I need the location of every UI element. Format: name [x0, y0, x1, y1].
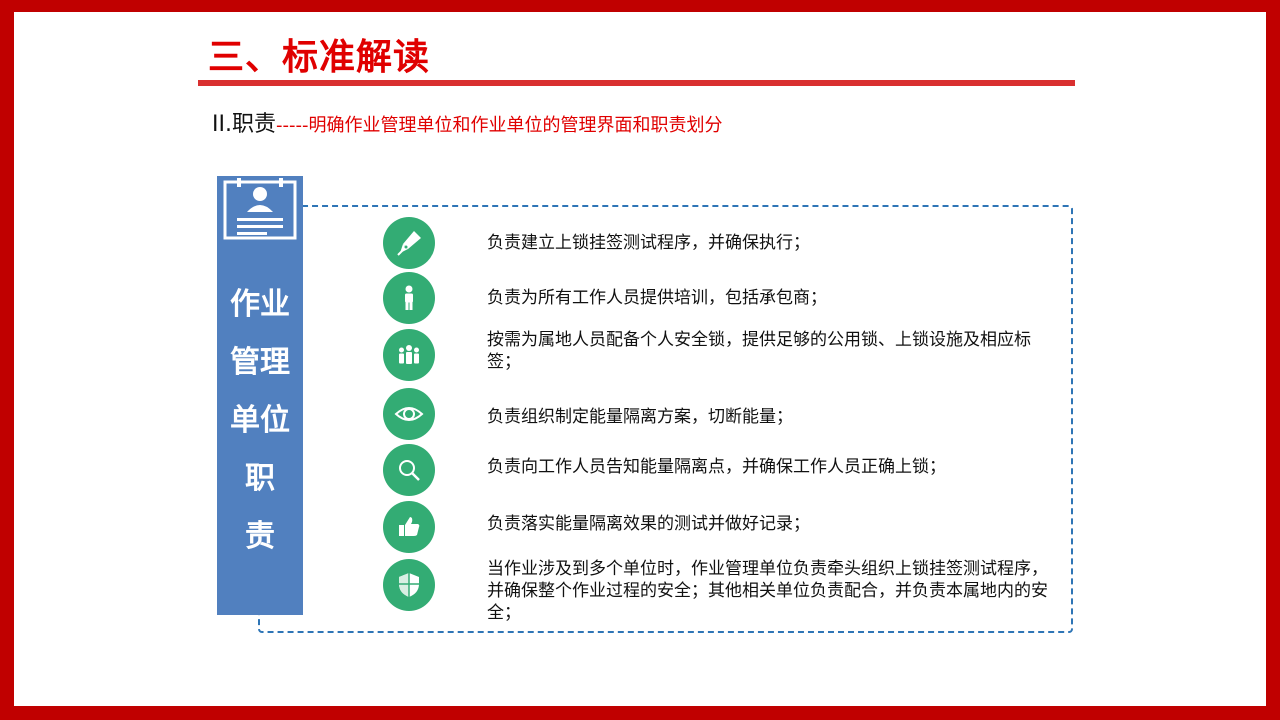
subtitle-description: 明确作业管理单位和作业单位的管理界面和职责划分 — [308, 115, 723, 136]
side-panel-line: 单位 — [230, 403, 290, 438]
side-panel-line: 职 — [245, 461, 275, 496]
side-panel-line: 作业 — [230, 287, 290, 322]
subtitle-dash: ----- — [275, 115, 309, 136]
item-text: 负责为所有工作人员提供培训，包括承包商； — [487, 288, 827, 308]
slide-title: 三、标准解读 — [208, 37, 431, 78]
thumbs-up-icon — [383, 501, 435, 553]
list-item: 负责组织制定能量隔离方案，切断能量； — [383, 388, 1063, 440]
side-panel-title: 作业 管理 单位 职 责 — [217, 276, 303, 566]
side-panel-line: 管理 — [230, 345, 290, 380]
list-item: 负责向工作人员告知能量隔离点，并确保工作人员正确上锁； — [383, 444, 1063, 496]
shield-icon — [383, 559, 435, 611]
subtitle-main: II.职责 — [212, 112, 276, 137]
item-text: 负责落实能量隔离效果的测试并做好记录； — [487, 514, 810, 534]
item-text: 负责向工作人员告知能量隔离点，并确保工作人员正确上锁； — [487, 457, 946, 477]
person-icon — [383, 272, 435, 324]
pen-nib-icon — [383, 217, 435, 269]
list-item: 当作业涉及到多个单位时，作业管理单位负责牵头组织上锁挂签测试程序，并确保整个作业… — [383, 559, 1063, 623]
subtitle: II.职责-----明确作业管理单位和作业单位的管理界面和职责划分 — [212, 110, 722, 141]
item-text: 当作业涉及到多个单位时，作业管理单位负责牵头组织上锁挂签测试程序，并确保整个作业… — [487, 559, 1048, 623]
list-item: 负责为所有工作人员提供培训，包括承包商； — [383, 272, 1063, 324]
list-item: 负责建立上锁挂签测试程序，并确保执行； — [383, 217, 1063, 269]
list-item: 按需为属地人员配备个人安全锁，提供足够的公用锁、上锁设施及相应标签； — [383, 329, 1063, 381]
list-item: 负责落实能量隔离效果的测试并做好记录； — [383, 501, 1063, 553]
group-icon — [383, 329, 435, 381]
item-text: 按需为属地人员配备个人安全锁，提供足够的公用锁、上锁设施及相应标签； — [487, 330, 1031, 372]
side-panel: 作业 管理 单位 职 责 — [217, 176, 303, 615]
item-text: 负责组织制定能量隔离方案，切断能量； — [487, 407, 793, 427]
title-underline — [198, 80, 1075, 86]
magnifier-icon — [383, 444, 435, 496]
eye-icon — [383, 388, 435, 440]
item-text: 负责建立上锁挂签测试程序，并确保执行； — [487, 233, 810, 253]
side-panel-line: 责 — [245, 519, 275, 554]
id-card-icon — [223, 178, 297, 240]
